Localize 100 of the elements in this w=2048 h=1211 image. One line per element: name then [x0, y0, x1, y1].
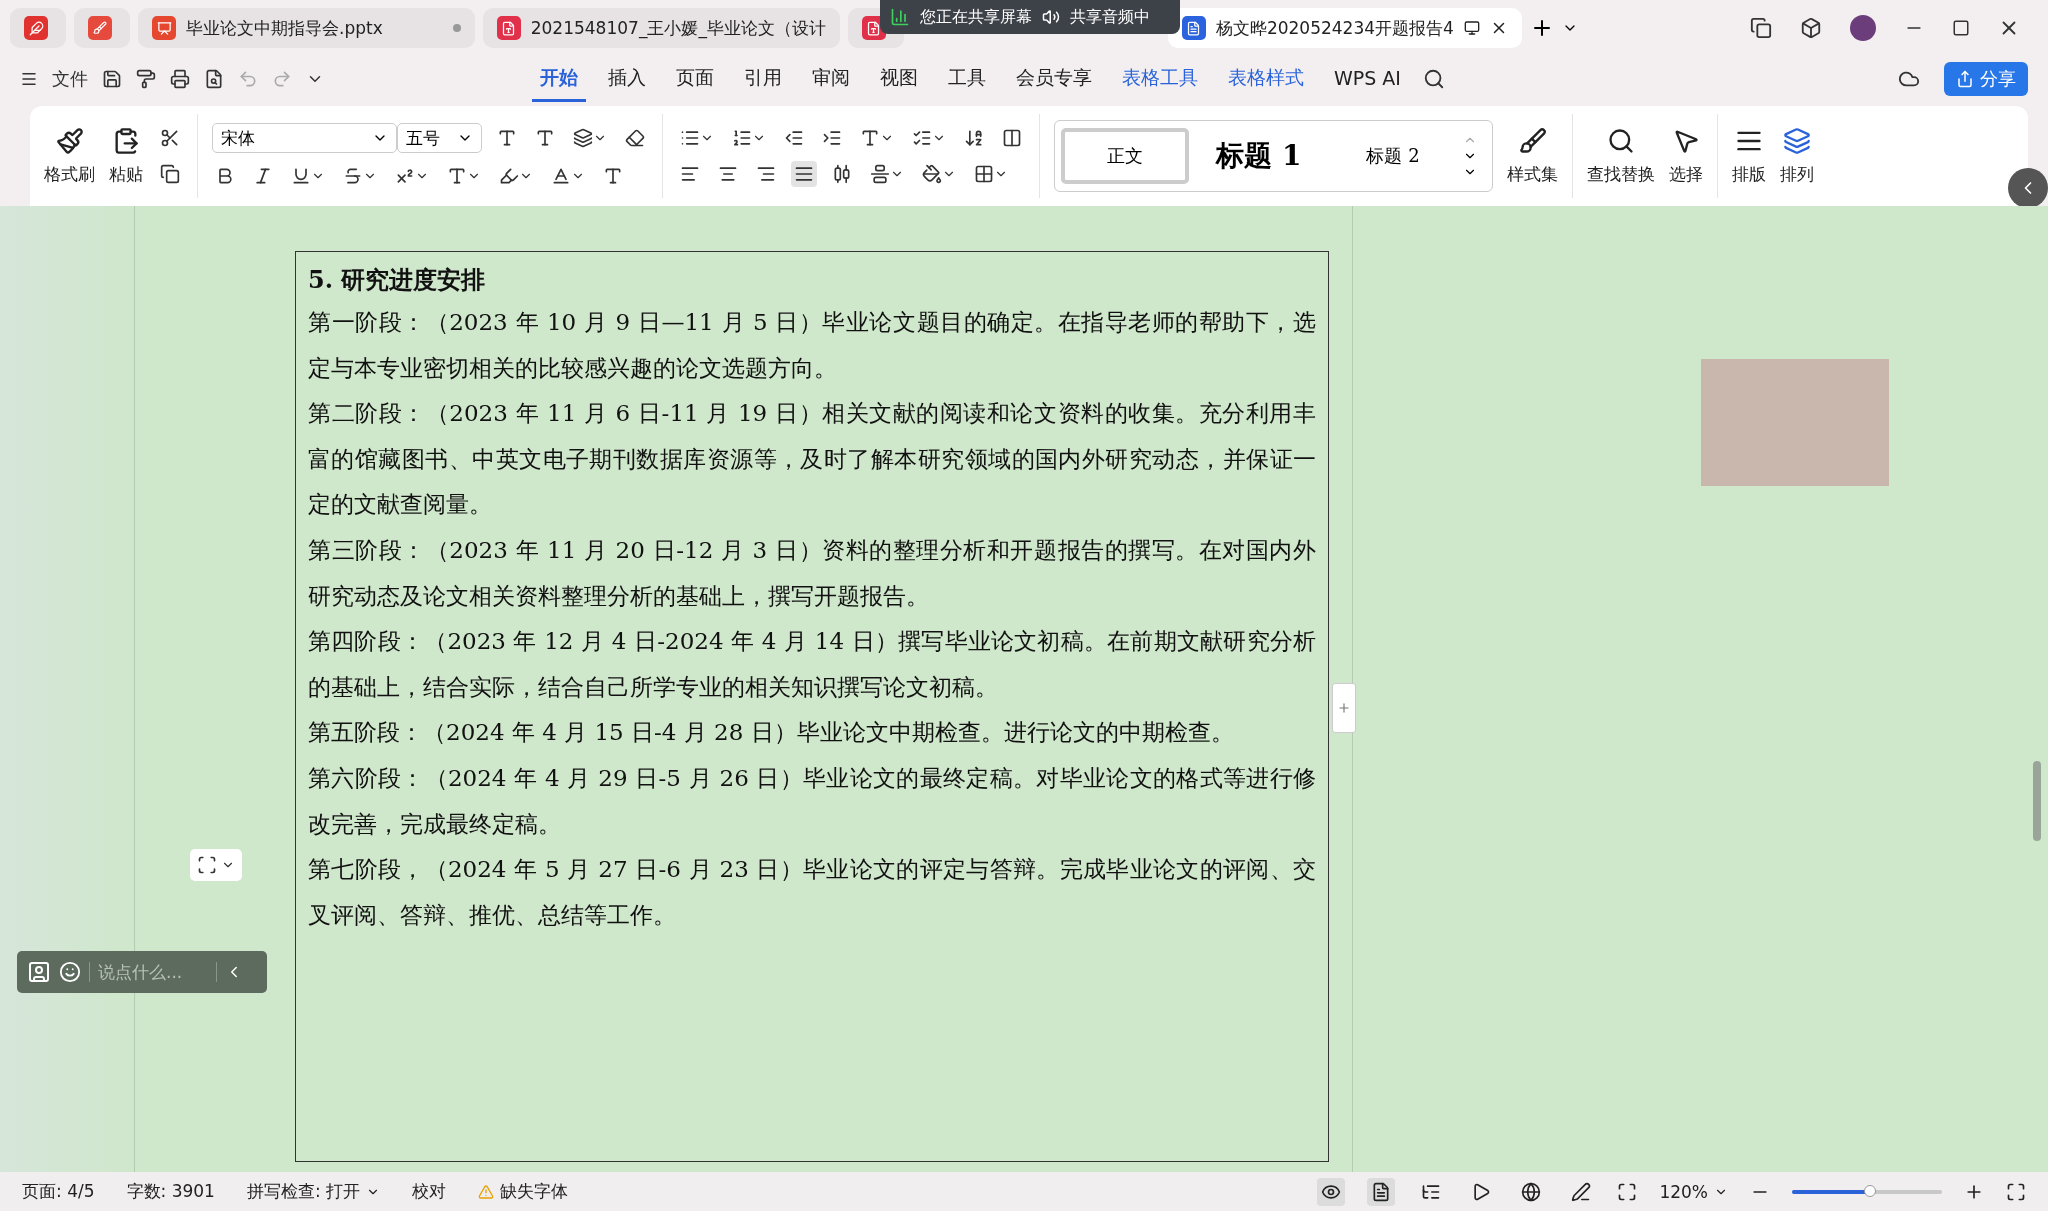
screen-user-icon[interactable] [27, 960, 51, 984]
copy-icon [160, 164, 180, 184]
ribbon-tab[interactable]: 工具 [940, 56, 994, 102]
view-page-button[interactable] [1367, 1177, 1396, 1206]
share-button[interactable]: 分享 [1944, 62, 2028, 96]
paste-button[interactable]: 粘贴 [109, 126, 143, 186]
monitor-icon [1463, 20, 1480, 36]
cube-icon[interactable] [1800, 17, 1822, 39]
style-item[interactable]: 正文 [1061, 128, 1189, 184]
format-painter-button[interactable]: 格式刷 [44, 126, 95, 186]
restore-icon[interactable] [1952, 19, 1970, 37]
document-tab[interactable]: 毕业论文中期指导会.pptx [138, 8, 475, 48]
paragraph: 第七阶段，（2024 年 5 月 27 日-6 月 23 日）毕业论文的评定与答辩。完成毕业论文的评阅、交叉评阅、答辩、推优、总结等工作。 [308, 855, 1316, 930]
align-justify-icon [794, 164, 814, 184]
align-center-icon [718, 164, 738, 184]
ribbon-tab[interactable]: 表格样式 [1220, 56, 1312, 102]
search-icon [1607, 126, 1635, 155]
eraser-icon [625, 128, 645, 148]
fill-icon [922, 164, 942, 184]
avatar-icon[interactable] [1850, 15, 1876, 41]
collapse-button[interactable] [2008, 168, 2048, 208]
ribbon-tab[interactable]: 视图 [872, 56, 926, 102]
pdf-file-icon [861, 16, 886, 40]
zoom-dropdown[interactable]: 120% [1659, 1181, 1728, 1202]
font-size-dropdown[interactable]: 五号 [397, 123, 482, 153]
ribbon-tab[interactable]: 开始 [532, 56, 586, 102]
document-tab[interactable]: 2021548107_王小媛_毕业论文（设计 [482, 8, 840, 48]
pdf-app-icon [88, 16, 112, 40]
paragraph: 第三阶段：（2023 年 11 月 20 日-12 月 3 日）资料的整理分析和开题报告的撰写。在对国内外研究动态及论文相关资料整理分析的基础上，撰写开题报告。 [308, 535, 1316, 611]
windows-icon[interactable] [1750, 17, 1772, 39]
page-view-icon [1371, 1181, 1392, 1202]
layout-button[interactable]: 排版 [1732, 126, 1766, 186]
page-count: 页面: 4/5 [22, 1180, 95, 1203]
sharing-audio-text: 共享音频中 [1070, 6, 1150, 28]
search-icon[interactable] [1422, 68, 1445, 90]
file-menu[interactable]: 文件 [52, 67, 88, 91]
pen-view-icon [1571, 1181, 1592, 1202]
font-dropdown[interactable]: 宋体 [212, 123, 397, 153]
view-read-button[interactable] [1317, 1177, 1346, 1206]
roller-icon[interactable] [136, 69, 156, 89]
paragraph: 第五阶段：（2024 年 4 月 15 日-4 月 28 日）毕业论文中期检查。进行论文的中期检查。 [308, 718, 1235, 748]
paragraph: 第六阶段：（2024 年 4 月 29 日-5 月 26 日）毕业论文的最终定稿。对毕业论文的格式等进行修改完善，完成最终定稿。 [308, 763, 1316, 839]
word-count[interactable]: 字数: 3901 [126, 1180, 215, 1203]
emoji-icon[interactable] [59, 961, 81, 983]
document-tab[interactable] [10, 8, 66, 48]
fullscreen-icon[interactable] [2006, 1181, 2026, 1202]
borders-icon [974, 164, 994, 184]
ribbon-tab[interactable]: 表格工具 [1114, 56, 1206, 102]
align-justify-button[interactable] [791, 161, 817, 187]
print-icon[interactable] [170, 69, 190, 89]
speaker-icon [1042, 8, 1060, 26]
bullets-icon [680, 128, 700, 148]
phonetic-icon [573, 128, 593, 148]
warning-icon [478, 1183, 495, 1200]
grow-font-icon [497, 128, 517, 148]
paintbrush-icon [55, 126, 84, 155]
select-button[interactable]: 选择 [1669, 126, 1703, 186]
paragraph: 第一阶段：（2023 年 10 月 9 日—11 月 5 日）毕业论文题目的确定。在指导老师的帮助下，选定与本专业密切相关的比较感兴趣的论文选题方向。 [308, 308, 1316, 383]
style-set-button[interactable]: 样式集 [1507, 126, 1558, 186]
chat-input[interactable]: 说点什么... [89, 962, 217, 982]
convert-icon [912, 128, 932, 148]
section-heading: 5. 研究进度安排 [308, 264, 487, 296]
highlight-icon [499, 166, 519, 186]
signal-bars-icon [890, 7, 910, 27]
fit-icon[interactable] [1617, 1181, 1638, 1202]
line-spacing-icon [870, 164, 890, 184]
align-right-icon [756, 164, 776, 184]
share-icon [1956, 70, 1974, 88]
ribbon-tab[interactable]: 会员专享 [1008, 56, 1100, 102]
ribbon-tab[interactable]: 引用 [736, 56, 790, 102]
save-icon[interactable] [102, 69, 122, 89]
underline-icon [291, 166, 311, 186]
ribbon-tab[interactable]: 审阅 [804, 56, 858, 102]
text-effect-icon [447, 166, 467, 186]
brush-icon [1518, 126, 1547, 155]
print-preview-icon[interactable] [204, 69, 224, 89]
document-tab[interactable]: 杨文晔2020524234开题报告4 [1167, 8, 1522, 48]
layout-options-button[interactable] [190, 849, 242, 881]
text-direction-icon [860, 128, 880, 148]
proofread-button[interactable]: 校对 [412, 1180, 447, 1203]
style-item[interactable]: 标题 1 [1195, 128, 1323, 184]
presentation-file-icon [152, 16, 176, 40]
find-replace-button[interactable]: 查找替换 [1587, 126, 1655, 186]
style-item[interactable]: 标题 2 [1329, 128, 1457, 184]
pdf-file-icon [496, 16, 521, 40]
numbering-icon [732, 128, 752, 148]
spell-check-toggle[interactable]: 拼写检查: 打开 [246, 1180, 381, 1203]
menu-icon[interactable] [20, 70, 38, 88]
superscript-icon [395, 166, 415, 186]
scrollbar-thumb[interactable] [2033, 761, 2041, 841]
ai-tab[interactable]: WPS AI [1326, 58, 1409, 100]
ribbon-tab[interactable]: 页面 [668, 56, 722, 102]
zoom-thumb[interactable] [1864, 1184, 1876, 1197]
sort-icon [964, 128, 984, 148]
missing-font-button[interactable]: 缺失字体 [478, 1180, 569, 1203]
app-logo-icon [24, 16, 48, 40]
ribbon-tab[interactable]: 插入 [600, 56, 654, 102]
arrange-button[interactable]: 排列 [1780, 126, 1814, 186]
indent-icon [822, 128, 842, 148]
paragraph: 第四阶段：（2023 年 12 月 4 日-2024 年 4 月 14 日）撰写毕业论文初稿。在前期文献研究分析的基础上，结合实际，结合自己所学专业的相关知识撰写论文初稿。 [308, 627, 1316, 702]
